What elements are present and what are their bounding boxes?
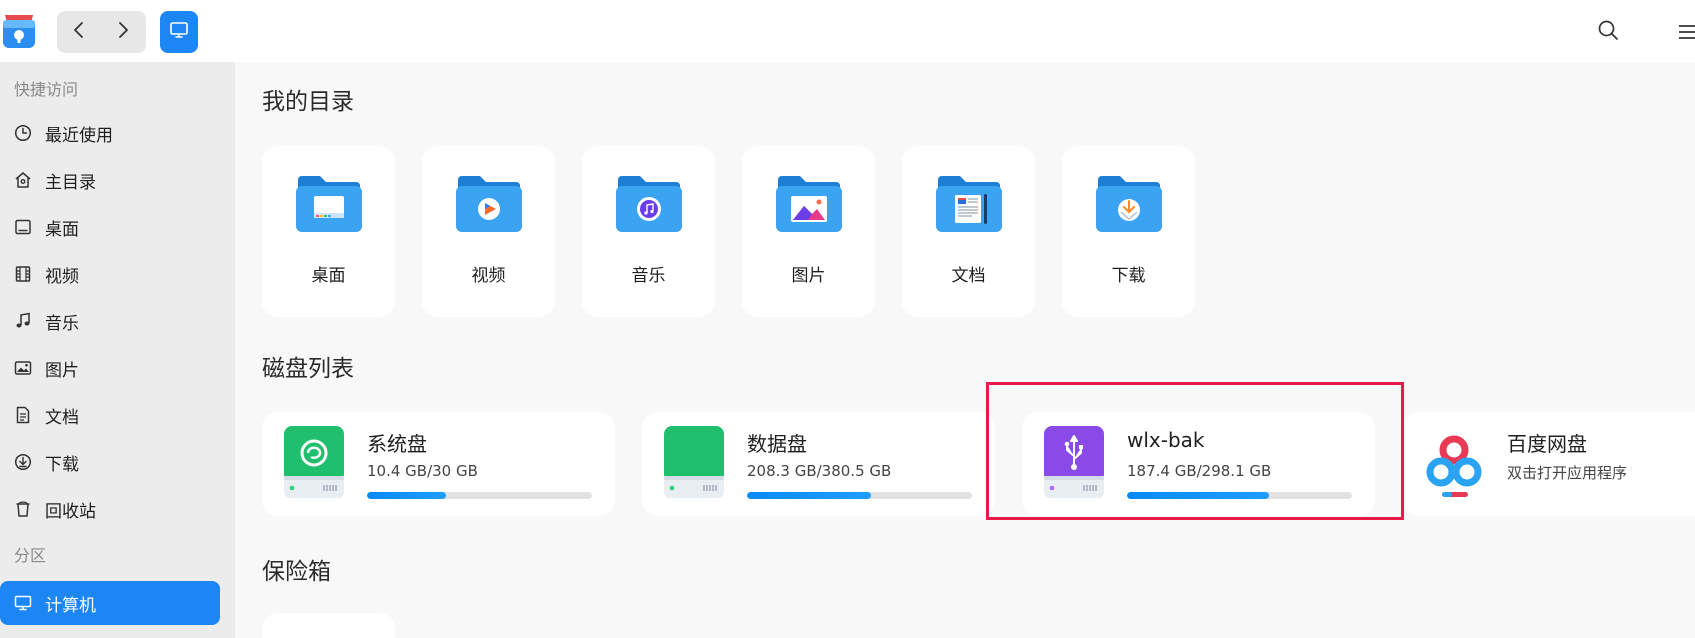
dir-card-downloads[interactable]: 下载 (1062, 146, 1195, 317)
baidu-netdisk-icon (1424, 426, 1484, 500)
disk-usage-fill (747, 492, 871, 499)
back-button[interactable] (57, 11, 101, 53)
disk-usage-bar (367, 492, 592, 499)
computer-view-button[interactable] (160, 11, 198, 53)
disk-size: 10.4 GB/30 GB (367, 462, 478, 480)
vault-title: 保险箱 (262, 559, 331, 585)
sidebar-item-recent[interactable]: 最近使用 (0, 111, 220, 155)
sidebar-item-documents[interactable]: 文档 (0, 393, 220, 437)
sidebar-item-label: 音乐 (45, 313, 79, 334)
sidebar-item-label: 主目录 (45, 172, 96, 193)
image-icon (13, 358, 33, 378)
sidebar-item-label: 下载 (45, 454, 79, 475)
sidebar-item-label: 桌面 (45, 219, 79, 240)
film-icon (13, 264, 33, 284)
dir-label: 视频 (471, 266, 506, 286)
disk-card-baidu-netdisk[interactable]: 百度网盘 双击打开应用程序 (1402, 412, 1695, 516)
vault-card[interactable] (262, 613, 395, 638)
dir-card-music[interactable]: 音乐 (582, 146, 715, 317)
sidebar-item-music[interactable]: 音乐 (0, 299, 220, 343)
computer-icon (169, 21, 189, 43)
disk-usage-fill (367, 492, 446, 499)
download-icon (13, 452, 33, 472)
desktop-folder-icon (294, 174, 364, 234)
sidebar-item-pictures[interactable]: 图片 (0, 346, 220, 390)
music-note-icon (13, 311, 33, 331)
dir-label: 图片 (791, 266, 826, 286)
dir-card-documents[interactable]: 文档 (902, 146, 1035, 317)
sidebar-item-home[interactable]: 主目录 (0, 158, 220, 202)
navigation-buttons (57, 11, 146, 53)
disk-list-title: 磁盘列表 (262, 356, 354, 382)
partition-title: 分区 (14, 546, 47, 565)
sidebar-item-desktop[interactable]: 桌面 (0, 205, 220, 249)
sidebar-item-label: 最近使用 (45, 125, 113, 146)
title-bar (0, 0, 1695, 62)
sidebar-item-label: 计算机 (45, 595, 96, 616)
sidebar: 快捷访问 最近使用 主目录 桌面 视频 音乐 图片 文档 下载 回收站 分区 计… (0, 62, 235, 638)
clock-icon (13, 123, 33, 143)
documents-folder-icon (934, 174, 1004, 234)
sidebar-item-label: 图片 (45, 360, 79, 381)
disk-card-system[interactable]: 系统盘 10.4 GB/30 GB (262, 412, 615, 516)
dir-label: 下载 (1111, 266, 1146, 286)
chevron-left-icon (72, 21, 86, 43)
dir-card-pictures[interactable]: 图片 (742, 146, 875, 317)
disk-size: 208.3 GB/380.5 GB (747, 462, 892, 480)
sidebar-item-videos[interactable]: 视频 (0, 252, 220, 296)
file-manager-icon[interactable] (1, 12, 37, 50)
dir-label: 桌面 (311, 266, 346, 286)
document-icon (13, 405, 33, 425)
dir-label: 文档 (951, 266, 986, 286)
main-content: 我的目录 桌面 视频 音乐 图片 文档 下载 磁盘列表 系统盘 10.4 GB/… (235, 62, 1695, 638)
disk-card-data[interactable]: 数据盘 208.3 GB/380.5 GB (642, 412, 995, 516)
sidebar-item-downloads[interactable]: 下载 (0, 440, 220, 484)
disk-subtitle: 双击打开应用程序 (1507, 464, 1628, 482)
my-directories-title: 我的目录 (262, 89, 354, 115)
sidebar-item-label: 文档 (45, 407, 79, 428)
quick-access-title: 快捷访问 (14, 80, 79, 99)
data-disk-icon (664, 426, 724, 500)
disk-name: 系统盘 (367, 432, 427, 456)
system-disk-icon (284, 426, 344, 500)
menu-icon (1677, 25, 1695, 44)
forward-button[interactable] (101, 11, 145, 53)
dir-label: 音乐 (631, 266, 666, 286)
disk-usage-bar (747, 492, 972, 499)
chevron-right-icon (116, 21, 130, 43)
dir-card-videos[interactable]: 视频 (422, 146, 555, 317)
downloads-folder-icon (1094, 174, 1164, 234)
selection-highlight (986, 382, 1404, 520)
disk-name: 数据盘 (747, 432, 807, 456)
sidebar-item-label: 视频 (45, 266, 79, 287)
search-icon (1597, 19, 1619, 45)
trash-icon (13, 499, 33, 519)
disk-name: 百度网盘 (1507, 432, 1587, 456)
video-folder-icon (454, 174, 524, 234)
search-button[interactable] (1594, 18, 1622, 46)
menu-button[interactable] (1677, 20, 1695, 44)
music-folder-icon (614, 174, 684, 234)
sidebar-item-label: 回收站 (45, 501, 96, 522)
desktop-icon (13, 217, 33, 237)
computer-icon (13, 593, 33, 613)
home-icon (13, 170, 33, 190)
sidebar-item-trash[interactable]: 回收站 (0, 487, 220, 531)
sidebar-item-computer[interactable]: 计算机 (0, 581, 220, 625)
pictures-folder-icon (774, 174, 844, 234)
dir-card-desktop[interactable]: 桌面 (262, 146, 395, 317)
